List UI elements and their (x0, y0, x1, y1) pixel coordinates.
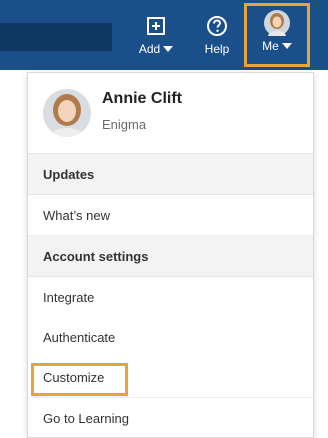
add-square-icon (146, 14, 166, 38)
search-box[interactable] (0, 23, 112, 51)
avatar (264, 10, 290, 36)
section-account-settings: Account settings (28, 236, 313, 277)
profile-card[interactable]: Annie Clift Enigma (28, 73, 313, 154)
me-label: Me (262, 39, 279, 53)
caret-down-icon (163, 46, 174, 52)
help-icon (206, 14, 228, 38)
top-navigation-bar: Add Help Me (0, 0, 328, 70)
menu-item-authenticate[interactable]: Authenticate (28, 317, 313, 357)
menu-item-customize[interactable]: Customize (28, 357, 313, 398)
menu-item-go-to-learning[interactable]: Go to Learning (28, 398, 313, 437)
profile-name: Annie Clift (102, 90, 182, 107)
avatar (43, 89, 91, 137)
me-menu-button[interactable]: Me (244, 3, 310, 67)
caret-down-icon (281, 43, 292, 49)
me-dropdown-menu: Annie Clift Enigma Updates What’s new Ac… (27, 72, 314, 438)
help-label: Help (204, 42, 230, 56)
add-label: Add (138, 42, 161, 56)
add-button[interactable]: Add (126, 6, 186, 66)
menu-item-whats-new[interactable]: What’s new (28, 195, 313, 236)
profile-organization: Enigma (102, 117, 147, 132)
section-updates: Updates (28, 154, 313, 195)
help-button[interactable]: Help (192, 6, 242, 66)
menu-item-integrate[interactable]: Integrate (28, 277, 313, 317)
highlight-box (31, 363, 128, 396)
